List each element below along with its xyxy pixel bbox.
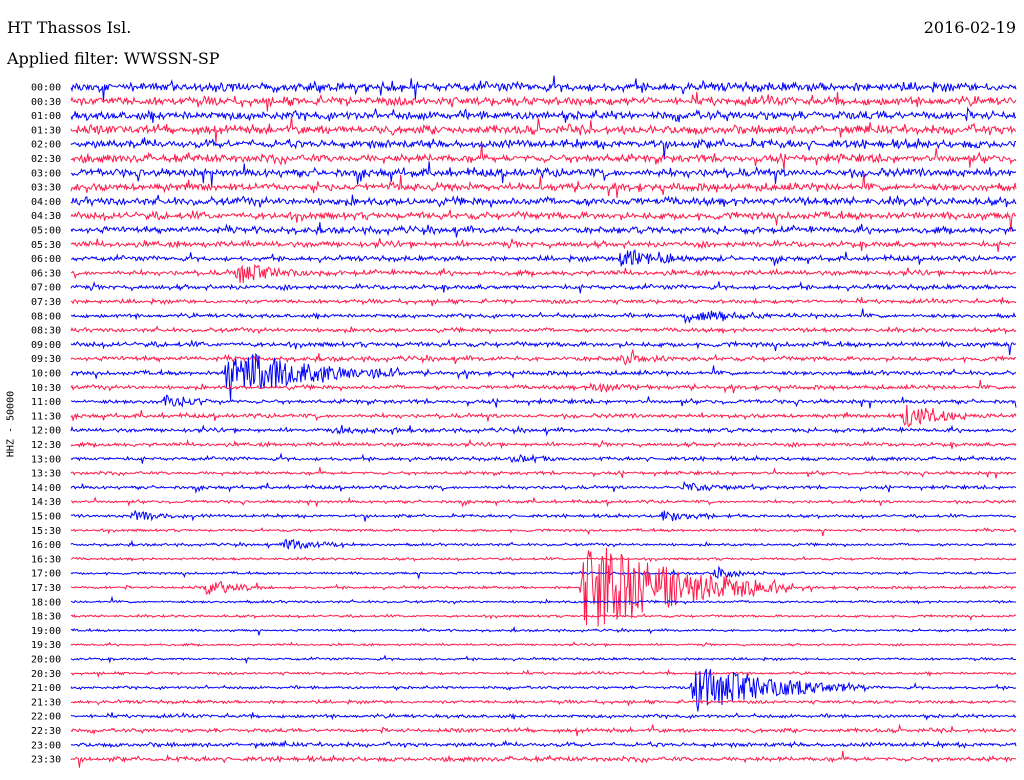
time-label-0030: 00:30 <box>31 97 61 108</box>
trace-row-1330 <box>70 467 1017 479</box>
time-label-2300: 23:00 <box>31 740 61 751</box>
trace-row-2130 <box>70 698 1017 706</box>
trace-row-0130 <box>70 116 1017 143</box>
time-label-1300: 13:00 <box>31 454 61 465</box>
time-label-2000: 20:00 <box>31 655 61 666</box>
time-label-2130: 21:30 <box>31 697 61 708</box>
trace-row-1300 <box>70 452 1017 464</box>
time-label-2030: 20:30 <box>31 669 61 680</box>
time-label-0930: 09:30 <box>31 354 61 365</box>
time-label-0330: 03:30 <box>31 183 61 194</box>
trace-row-0800 <box>70 308 1017 325</box>
trace-row-1800 <box>70 595 1017 605</box>
trace-row-0400 <box>70 194 1017 208</box>
time-label-2330: 23:30 <box>31 755 61 766</box>
time-label-0700: 07:00 <box>31 283 61 294</box>
trace-row-2230 <box>70 723 1017 737</box>
trace-row-1700 <box>70 565 1017 580</box>
time-label-1330: 13:30 <box>31 469 61 480</box>
trace-row-0830 <box>70 325 1017 335</box>
time-label-0400: 04:00 <box>31 197 61 208</box>
trace-row-0900 <box>70 338 1017 356</box>
trace-row-0030 <box>70 91 1017 112</box>
time-label-0800: 08:00 <box>31 311 61 322</box>
trace-row-0700 <box>70 280 1017 294</box>
time-label-1130: 11:30 <box>31 411 61 422</box>
time-label-1500: 15:00 <box>31 512 61 523</box>
time-label-2100: 21:00 <box>31 683 61 694</box>
time-label-1100: 11:00 <box>31 397 61 408</box>
time-label-1800: 18:00 <box>31 597 61 608</box>
time-label-1430: 14:30 <box>31 497 61 508</box>
trace-row-2100 <box>70 668 1017 712</box>
trace-row-0000 <box>70 75 1017 101</box>
trace-row-1830 <box>70 613 1017 621</box>
trace-row-2300 <box>70 739 1017 749</box>
trace-row-2330 <box>70 750 1017 768</box>
trace-row-1130 <box>70 404 1017 428</box>
time-label-0430: 04:30 <box>31 211 61 222</box>
time-label-0900: 09:00 <box>31 340 61 351</box>
trace-row-1500 <box>70 509 1017 522</box>
trace-row-2200 <box>70 711 1017 721</box>
trace-row-1400 <box>70 480 1016 495</box>
trace-area <box>70 75 1017 768</box>
time-label-0230: 02:30 <box>31 154 61 165</box>
time-label-0600: 06:00 <box>31 254 61 265</box>
trace-row-1230 <box>70 438 1017 450</box>
trace-row-0600 <box>70 249 1017 267</box>
trace-row-1930 <box>70 641 1017 648</box>
trace-row-0200 <box>70 137 1016 160</box>
time-label-0830: 08:30 <box>31 326 61 337</box>
time-label-1030: 10:30 <box>31 383 61 394</box>
trace-row-1000 <box>70 352 1017 401</box>
time-label-0500: 05:00 <box>31 226 61 237</box>
helicorder-plot: 00:00 00:30 01:00 01:30 02:00 02:30 03:00 03:30… <box>31 75 1017 768</box>
time-label-1200: 12:00 <box>31 426 61 437</box>
time-label-1230: 12:30 <box>31 440 61 451</box>
time-label-0300: 03:00 <box>31 168 61 179</box>
time-label-1600: 16:00 <box>31 540 61 551</box>
time-label-1900: 19:00 <box>31 626 61 637</box>
trace-row-0230 <box>70 143 1017 171</box>
time-label-1700: 17:00 <box>31 569 61 580</box>
time-label-0100: 01:00 <box>31 111 61 122</box>
time-label-1830: 18:30 <box>31 612 61 623</box>
trace-row-0100 <box>70 106 1017 124</box>
time-label-1530: 15:30 <box>31 526 61 537</box>
time-label-0730: 07:30 <box>31 297 61 308</box>
time-label-2200: 22:00 <box>31 712 61 723</box>
trace-row-0630 <box>70 263 1017 284</box>
time-label-2230: 22:30 <box>31 726 61 737</box>
time-label-1000: 10:00 <box>31 369 61 380</box>
time-label-0630: 06:30 <box>31 268 61 279</box>
time-label-column: 00:00 00:30 01:00 01:30 02:00 02:30 03:00 03:30… <box>31 83 61 766</box>
time-label-0130: 01:30 <box>31 125 61 136</box>
time-label-1730: 17:30 <box>31 583 61 594</box>
trace-row-1530 <box>70 527 1017 537</box>
time-label-1930: 19:30 <box>31 640 61 651</box>
time-label-1400: 14:00 <box>31 483 61 494</box>
trace-row-1030 <box>70 380 1017 394</box>
time-label-0000: 00:00 <box>31 83 61 94</box>
time-label-0530: 05:30 <box>31 240 61 251</box>
trace-row-1430 <box>70 496 1017 508</box>
trace-row-1100 <box>70 394 1017 409</box>
trace-row-1200 <box>70 424 1017 437</box>
trace-row-2030 <box>70 668 1017 679</box>
trace-row-1630 <box>70 555 1017 563</box>
trace-row-1900 <box>70 626 1017 636</box>
trace-row-0530 <box>70 238 1017 253</box>
trace-row-2000 <box>70 654 1017 665</box>
trace-row-1600 <box>70 538 1017 550</box>
trace-row-0300 <box>70 161 1017 187</box>
time-label-1630: 16:30 <box>31 554 61 565</box>
trace-row-0500 <box>70 222 1017 238</box>
trace-row-0730 <box>70 296 1017 307</box>
time-label-0200: 02:00 <box>31 140 61 151</box>
trace-row-0930 <box>70 348 1017 366</box>
